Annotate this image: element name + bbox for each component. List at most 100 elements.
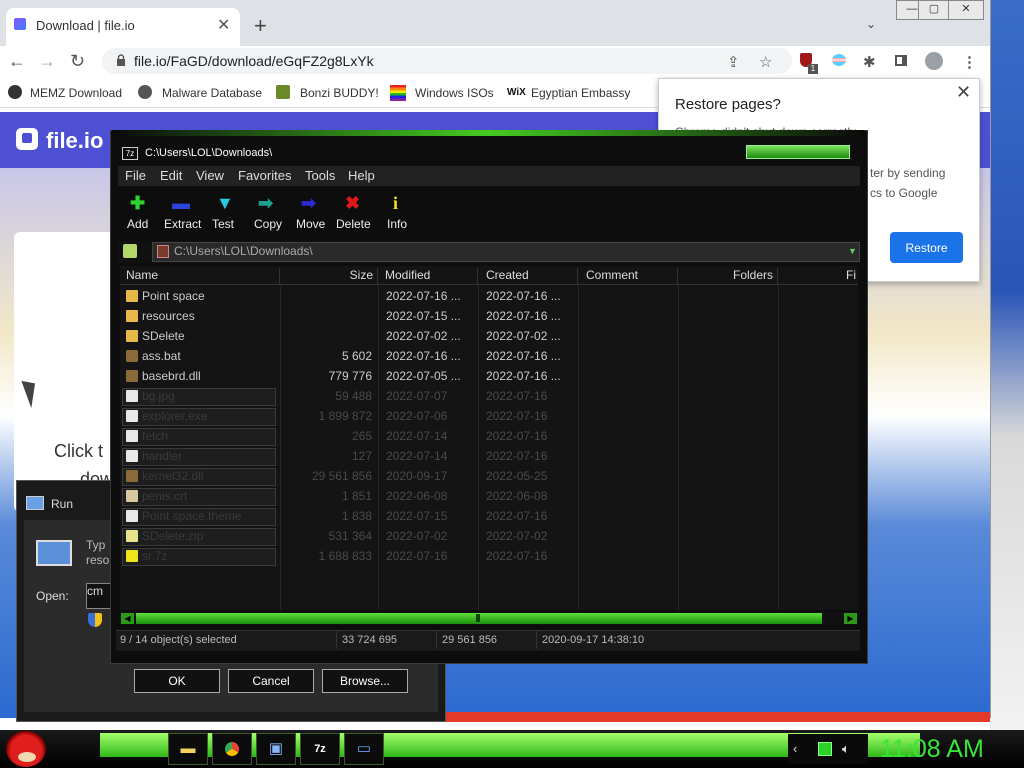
test-icon[interactable]: ▼ [216, 193, 234, 214]
globe-icon [138, 85, 152, 99]
restore-popup-title: Restore pages? [675, 96, 781, 113]
column-comment[interactable]: Comment [578, 268, 678, 284]
column-name[interactable]: Name [120, 268, 280, 284]
star-icon[interactable]: ☆ [759, 53, 772, 71]
file-name[interactable]: sr.7z [142, 549, 167, 563]
menu-tools[interactable]: Tools [305, 168, 335, 183]
copy-icon[interactable]: ➡ [258, 193, 273, 214]
info-icon[interactable]: i [393, 193, 398, 214]
share-icon[interactable]: ⇪ [727, 53, 740, 71]
file-name[interactable]: penis.crt [142, 489, 187, 503]
folder-icon [126, 330, 138, 342]
menu-edit[interactable]: Edit [160, 168, 182, 183]
menu-view[interactable]: View [196, 168, 224, 183]
taskbar-explorer[interactable]: ▣ [256, 733, 296, 765]
tray-chevron-icon[interactable]: ‹ [793, 741, 797, 756]
file-name[interactable]: explorer.exe [142, 409, 207, 423]
toolbar-add-button[interactable]: Add [127, 217, 148, 231]
bookmark-windows-isos[interactable]: Windows ISOs [415, 86, 494, 100]
close-icon[interactable]: ✕ [956, 82, 971, 103]
file-size: 265 [351, 429, 372, 443]
menu-file[interactable]: File [125, 168, 146, 183]
column-modified[interactable]: Modified [378, 268, 478, 284]
forward-icon[interactable]: → [38, 51, 56, 72]
file-name[interactable]: fetch [142, 429, 168, 443]
folder-up-icon[interactable] [123, 244, 137, 258]
taskbar-run[interactable]: ▭ [344, 733, 384, 765]
extension-badge: 1 [808, 64, 818, 74]
column-created[interactable]: Created [478, 268, 578, 284]
fileio-logo-icon [16, 128, 38, 150]
file-modified: 2022-07-02 ... [386, 329, 461, 343]
more-menu-icon[interactable]: ⋮ [962, 53, 977, 71]
maximize-button[interactable]: ▢ [918, 0, 950, 20]
run-open-input[interactable]: cm [86, 583, 112, 609]
bookmark-malware-database[interactable]: Malware Database [162, 86, 262, 100]
taskbar-chrome[interactable] [212, 733, 252, 765]
status-divider [436, 631, 437, 649]
toolbar-delete-button[interactable]: Delete [336, 217, 371, 231]
url-text[interactable]: file.io/FaGD/download/eGqFZ2g8LxYk [134, 53, 374, 69]
bookmark-memz[interactable]: MEMZ Download [30, 86, 122, 100]
chevron-down-icon[interactable]: ⌄ [866, 17, 876, 31]
add-icon[interactable]: ✚ [130, 193, 145, 214]
volume-icon[interactable]: 🔈︎ [842, 741, 850, 757]
bookmark-egyptian-embassy[interactable]: Egyptian Embassy [531, 86, 630, 100]
taskbar-file-explorer[interactable]: ▬ [168, 733, 208, 765]
delete-icon[interactable]: ✖ [345, 193, 360, 214]
new-tab-button[interactable]: + [254, 13, 267, 39]
window-controls[interactable] [746, 145, 850, 159]
taskbar-clock[interactable]: 11:08 AM [880, 735, 984, 764]
trans-flag-icon[interactable] [832, 54, 846, 66]
back-icon[interactable]: ← [8, 51, 26, 72]
toolbar-test-button[interactable]: Test [212, 217, 234, 231]
profile-avatar-icon[interactable] [925, 52, 943, 70]
bonzi-icon [276, 85, 290, 99]
toolbar-extract-button[interactable]: Extract [164, 217, 201, 231]
file-name[interactable]: handler [142, 449, 182, 463]
file-name[interactable]: SDelete.zip [142, 529, 203, 543]
close-window-button[interactable]: ✕ [948, 0, 984, 20]
taskbar-7zip[interactable]: 7z [300, 733, 340, 765]
file-name[interactable]: Point space [142, 289, 205, 303]
windows-icon [390, 85, 406, 101]
path-text[interactable]: C:\Users\LOL\Downloads\ [174, 244, 313, 258]
toolbar-copy-button[interactable]: Copy [254, 217, 282, 231]
column-folders[interactable]: Folders [678, 268, 778, 284]
move-icon[interactable]: ➡ [301, 193, 316, 214]
restore-button[interactable]: Restore [890, 232, 963, 263]
fileio-logo[interactable]: file.io [46, 128, 103, 154]
column-size[interactable]: Size [280, 268, 378, 284]
column-files[interactable]: Fi [778, 268, 858, 284]
file-name[interactable]: basebrd.dll [142, 369, 201, 383]
file-name[interactable]: resources [142, 309, 195, 323]
file-name[interactable]: bg.jpg [142, 389, 175, 403]
header-divider [120, 284, 858, 285]
run-icon: ▭ [356, 740, 372, 757]
cancel-button[interactable]: Cancel [228, 669, 314, 693]
scroll-right-icon[interactable]: ▶ [844, 613, 857, 624]
file-name[interactable]: SDelete [142, 329, 185, 343]
menu-favorites[interactable]: Favorites [238, 168, 291, 183]
extract-icon[interactable]: ▬ [172, 193, 190, 214]
toolbar-move-button[interactable]: Move [296, 217, 325, 231]
file-size: 1 838 [341, 509, 372, 523]
toolbar-info-button[interactable]: Info [387, 217, 407, 231]
puzzle-icon[interactable]: ✱ [863, 53, 876, 71]
browse-button[interactable]: Browse... [322, 669, 408, 693]
drive-icon [157, 245, 169, 258]
file-name[interactable]: Point space.theme [142, 509, 241, 523]
file-name[interactable]: ass.bat [142, 349, 181, 363]
path-dropdown-icon[interactable]: ▼ [848, 246, 857, 256]
sidebar-icon[interactable] [895, 55, 907, 66]
file-name[interactable]: kernel32.dll [142, 469, 203, 483]
tab-close-icon[interactable]: ✕ [217, 15, 230, 35]
network-icon[interactable] [818, 742, 832, 756]
ok-button[interactable]: OK [134, 669, 220, 693]
start-button-detail [18, 752, 36, 762]
menu-help[interactable]: Help [348, 168, 375, 183]
bookmark-bonzi-buddy[interactable]: Bonzi BUDDY! [300, 86, 379, 100]
scroll-left-icon[interactable]: ◀ [121, 613, 134, 624]
run-icon [26, 496, 44, 510]
reload-icon[interactable]: ↻ [70, 51, 85, 72]
